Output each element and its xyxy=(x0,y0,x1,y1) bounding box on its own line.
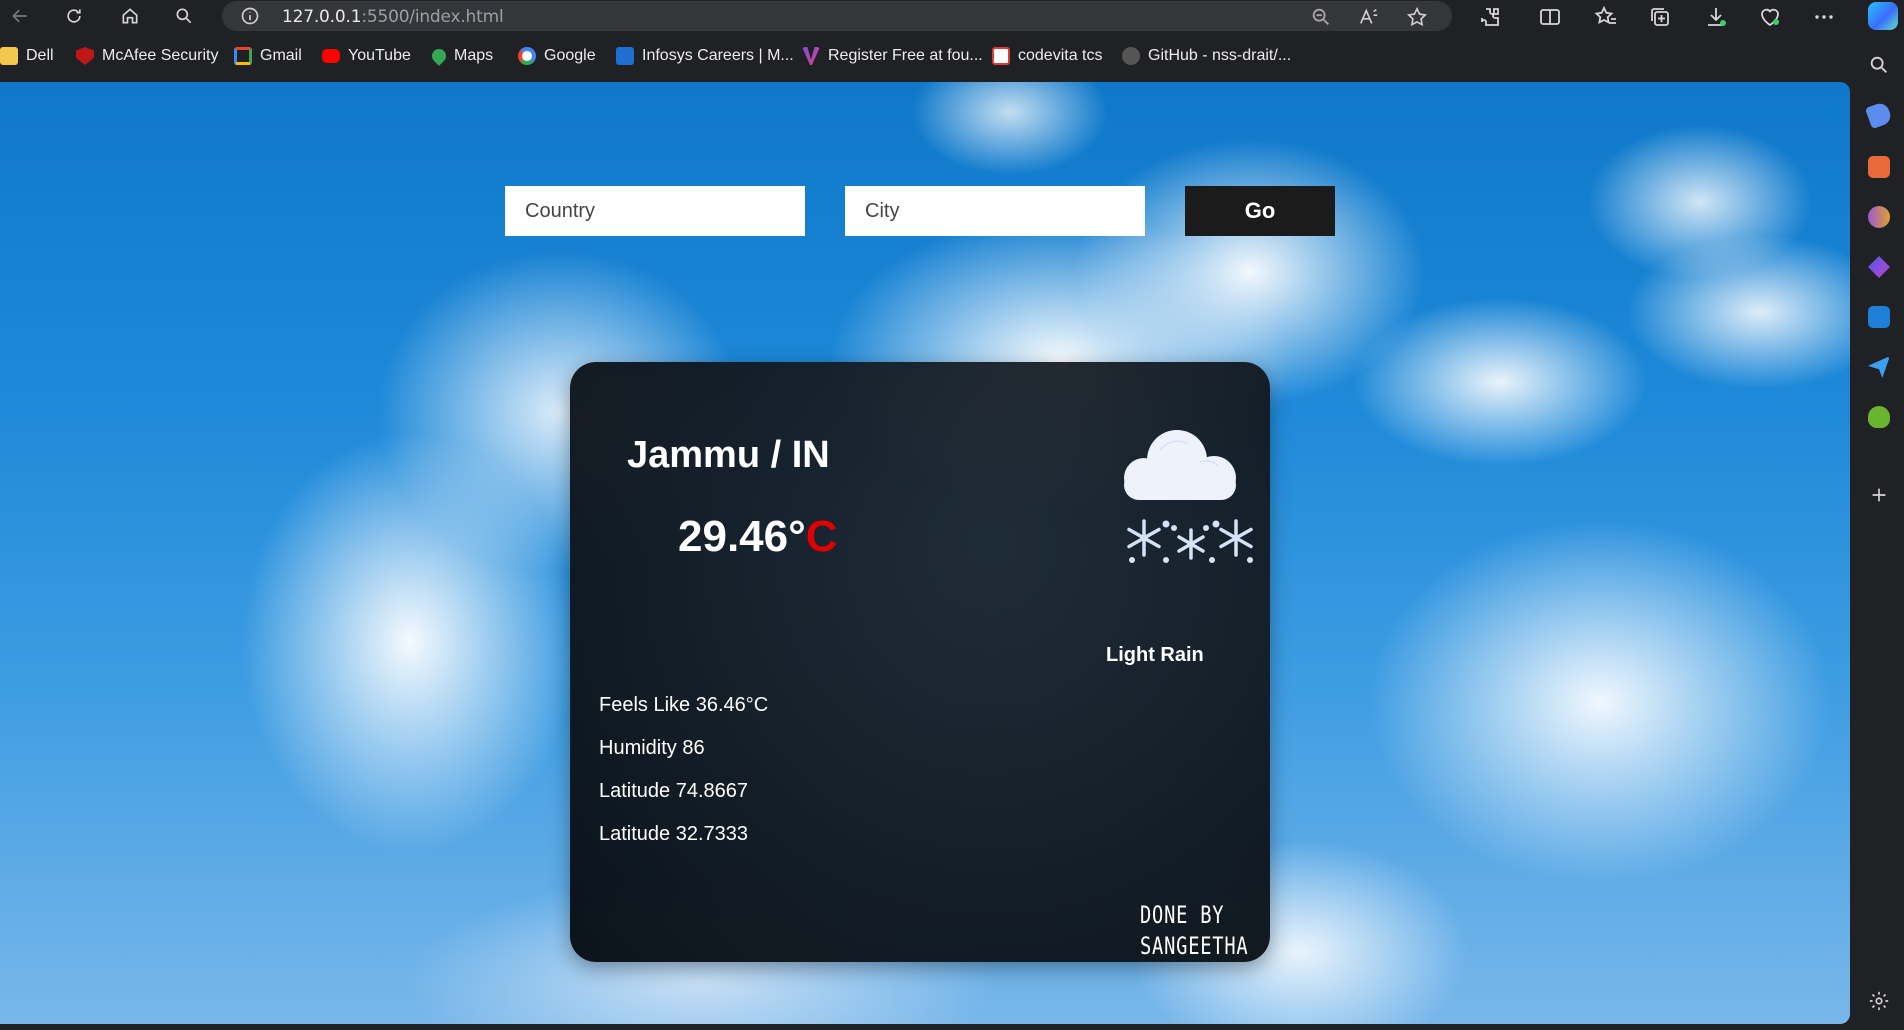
bookmark-label: codevita tcs xyxy=(1018,47,1103,64)
sidebar-add-icon[interactable] xyxy=(1868,484,1890,506)
author-credit: DONE BY SANGEETHA xyxy=(1140,900,1248,962)
home-icon[interactable] xyxy=(112,0,148,32)
location-title: Jammu / IN xyxy=(627,434,830,476)
zoom-icon[interactable] xyxy=(1310,6,1332,28)
copilot-icon[interactable] xyxy=(1868,2,1898,30)
bookmark-infosys[interactable]: Infosys Careers | M... xyxy=(616,47,794,65)
github-icon xyxy=(1122,47,1140,65)
cloud-snow-icon xyxy=(1124,430,1253,563)
search-icon[interactable] xyxy=(166,0,202,32)
weather-card: Jammu / IN 29.46°C Light Rain Feels Like… xyxy=(570,362,1270,962)
register-icon xyxy=(802,47,820,65)
bookmark-dell[interactable]: Dell xyxy=(0,47,54,65)
bookmark-label: Google xyxy=(544,47,596,64)
sidebar-search-icon[interactable] xyxy=(1868,54,1890,76)
tcs-icon xyxy=(992,47,1010,65)
edge-sidebar xyxy=(1852,32,1904,1030)
site-info-icon[interactable] xyxy=(240,6,260,26)
credit-line-2: SANGEETHA xyxy=(1140,932,1249,960)
back-icon[interactable] xyxy=(2,0,38,32)
country-input[interactable] xyxy=(505,186,805,236)
shopping-tag-icon[interactable] xyxy=(1864,100,1894,130)
favorites-icon[interactable] xyxy=(1594,5,1618,29)
temperature-value: 29.46° xyxy=(678,512,806,561)
bookmark-label: McAfee Security xyxy=(102,47,219,64)
infosys-icon xyxy=(616,47,634,65)
temperature-unit: C xyxy=(805,512,838,561)
bookmarks-bar: Dell McAfee Security Gmail YouTube Maps … xyxy=(0,32,1852,80)
feels-like-text: Feels Like 36.46°C xyxy=(599,694,769,716)
city-input[interactable] xyxy=(845,186,1145,236)
address-bar[interactable]: 127.0.0.1:5500/index.html xyxy=(222,1,1452,31)
bookmark-gmail[interactable]: Gmail xyxy=(234,47,302,65)
bookmark-label: Register Free at fou... xyxy=(828,47,983,64)
url-path: :5500/index.html xyxy=(361,7,504,27)
browser-essentials-icon[interactable] xyxy=(1758,5,1782,29)
microsoft-365-icon[interactable] xyxy=(1868,256,1890,278)
split-screen-icon[interactable] xyxy=(1538,5,1562,29)
bookmark-maps[interactable]: Maps xyxy=(429,46,494,66)
refresh-icon[interactable] xyxy=(56,0,92,32)
bookmark-youtube[interactable]: YouTube xyxy=(322,47,411,65)
mcafee-icon xyxy=(76,47,94,65)
tools-briefcase-icon[interactable] xyxy=(1868,156,1890,178)
more-menu-icon[interactable] xyxy=(1812,5,1836,29)
send-icon[interactable] xyxy=(1868,356,1890,378)
bookmark-mcafee[interactable]: McAfee Security xyxy=(76,47,218,65)
bookmark-label: Maps xyxy=(454,47,494,64)
sidebar-settings-icon[interactable] xyxy=(1868,990,1890,1012)
credit-line-1: DONE BY xyxy=(1140,901,1225,929)
favorite-star-icon[interactable] xyxy=(1406,6,1428,28)
bookmark-label: Dell xyxy=(26,47,54,64)
bookmark-label: GitHub - nss-drait/... xyxy=(1148,47,1292,64)
downloads-icon[interactable] xyxy=(1704,5,1728,29)
games-icon[interactable] xyxy=(1868,206,1890,228)
browser-toolbar: 127.0.0.1:5500/index.html xyxy=(0,0,1904,32)
read-aloud-icon[interactable] xyxy=(1358,6,1380,28)
outlook-icon[interactable] xyxy=(1868,306,1890,328)
tree-icon[interactable] xyxy=(1868,406,1890,428)
weather-app-page: Go Jammu / IN 29.46°C xyxy=(0,82,1850,1024)
url-text[interactable]: 127.0.0.1:5500/index.html xyxy=(282,7,504,27)
temperature: 29.46°C xyxy=(678,512,837,562)
google-icon xyxy=(518,47,536,65)
bookmark-codevita[interactable]: codevita tcs xyxy=(992,47,1102,65)
maps-icon xyxy=(429,46,449,66)
bookmark-label: YouTube xyxy=(348,47,411,64)
bookmark-register[interactable]: Register Free at fou... xyxy=(802,47,983,65)
extensions-icon[interactable] xyxy=(1478,5,1502,29)
bookmark-github[interactable]: GitHub - nss-drait/... xyxy=(1122,47,1291,65)
gmail-icon xyxy=(234,47,252,65)
bookmark-label: Gmail xyxy=(260,47,302,64)
youtube-icon xyxy=(322,49,340,63)
folder-icon xyxy=(0,47,18,65)
url-host: 127.0.0.1 xyxy=(282,7,362,27)
humidity-text: Humidity 86 xyxy=(599,737,705,759)
bookmark-google[interactable]: Google xyxy=(518,47,596,65)
collections-icon[interactable] xyxy=(1648,5,1672,29)
latitude-text: Latitude 32.7333 xyxy=(599,823,749,845)
go-button[interactable]: Go xyxy=(1185,186,1335,236)
bookmark-label: Infosys Careers | M... xyxy=(642,47,794,64)
weather-description: Light Rain xyxy=(1106,644,1204,666)
longitude-text: Latitude 74.8667 xyxy=(599,780,749,802)
